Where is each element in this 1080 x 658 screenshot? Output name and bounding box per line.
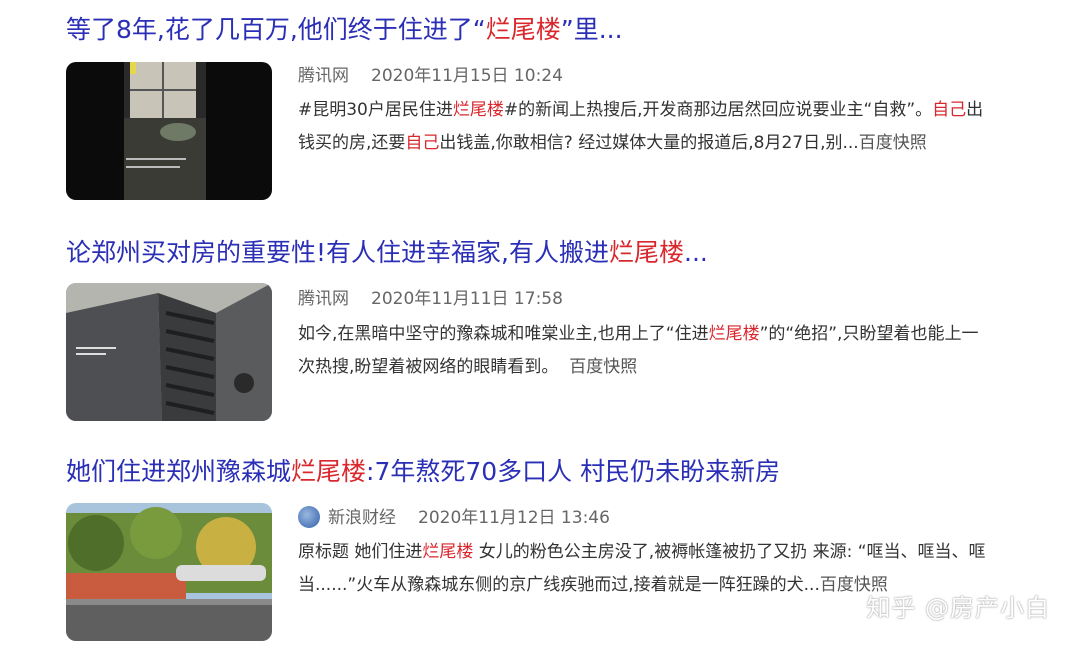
result-thumbnail[interactable] (66, 283, 272, 421)
title-text: ... (684, 238, 708, 267)
title-text: :7年熬死70多口人 村民仍未盼来新房 (366, 457, 781, 486)
result-title-link[interactable]: 论郑州买对房的重要性!有人住进幸福家,有人搬进烂尾楼... (66, 233, 708, 273)
result-meta: 腾讯网 2020年11月11日 17:58 (298, 286, 563, 312)
publish-date: 2020年11月15日 10:24 (371, 66, 563, 86)
publish-date: 2020年11月11日 17:58 (371, 289, 563, 309)
sina-logo-icon (298, 506, 320, 528)
result-title-link[interactable]: 她们住进郑州豫森城烂尾楼:7年熬死70多口人 村民仍未盼来新房 (66, 452, 780, 492)
title-highlight: 烂尾楼 (485, 15, 561, 44)
result-snippet: 如今,在黑暗中坚守的豫森城和唯棠业主,也用上了“住进烂尾楼”的“绝招”,只盼望着… (298, 324, 979, 377)
result-snippet: #昆明30户居民住进烂尾楼#的新闻上热搜后,开发商那边居然回应说要业主“自救”。… (298, 100, 984, 153)
source-name: 腾讯网 (298, 66, 349, 86)
cache-link[interactable]: 百度快照 (859, 133, 927, 153)
title-text: 她们住进郑州豫森城 (66, 457, 292, 486)
result-meta: 腾讯网 2020年11月15日 10:24 (298, 63, 563, 89)
result-meta: 新浪财经 2020年11月12日 13:46 (298, 505, 610, 531)
publish-date: 2020年11月12日 13:46 (418, 508, 610, 528)
title-text: 等了8年,花了几百万,他们终于住进了“ (66, 15, 486, 44)
cache-link[interactable]: 百度快照 (569, 357, 637, 377)
result-thumbnail[interactable] (66, 503, 272, 641)
title-highlight: 烂尾楼 (291, 457, 367, 486)
title-text: ”里... (560, 15, 623, 44)
title-highlight: 烂尾楼 (608, 238, 684, 267)
source-name: 新浪财经 (328, 508, 396, 528)
result-title-link[interactable]: 等了8年,花了几百万,他们终于住进了“烂尾楼”里... (66, 10, 623, 50)
zhihu-watermark: 知乎 @房产小白 (866, 594, 1050, 622)
source-name: 腾讯网 (298, 289, 349, 309)
title-text: 论郑州买对房的重要性!有人住进幸福家,有人搬进 (66, 238, 609, 267)
result-thumbnail[interactable] (66, 62, 272, 200)
